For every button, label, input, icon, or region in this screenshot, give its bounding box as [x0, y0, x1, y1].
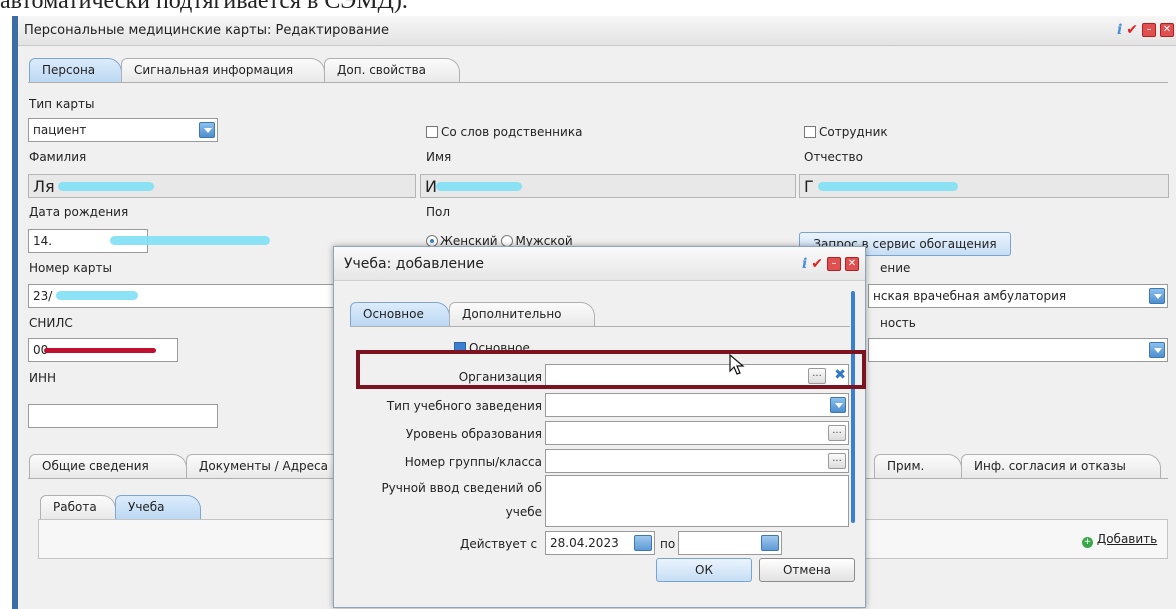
valid-from-label: Действует с — [460, 537, 538, 551]
document-text: автоматически подтягивается в СЭМД). — [0, 0, 408, 14]
from-relative-checkbox[interactable]: Со слов родственника — [426, 125, 582, 139]
info-icon[interactable]: i — [1117, 22, 1122, 38]
group-label: Номер группы/класса — [404, 455, 542, 469]
minimize-icon[interactable]: – — [1142, 23, 1156, 37]
birth-date-label: Дата рождения — [29, 205, 129, 219]
dialog-controls: i ✔ – ✕ — [802, 256, 859, 272]
lower-tabs: Общие сведения Документы / Адреса — [29, 454, 346, 478]
plus-icon: + — [1082, 537, 1093, 548]
school-type-label: Тип учебного заведения — [386, 399, 542, 413]
chevron-down-icon[interactable] — [1149, 342, 1165, 358]
save-check-icon[interactable]: ✔ — [1126, 22, 1138, 38]
tab-general-info[interactable]: Общие сведения — [29, 454, 187, 478]
dialog-scrollbar[interactable] — [851, 291, 855, 523]
ellipsis-icon[interactable]: ... — [828, 453, 846, 469]
tab-main[interactable]: Основное — [350, 302, 450, 326]
patronymic-label: Отчество — [804, 150, 863, 164]
lower-tabs-right: Прим. Инф. согласия и отказы — [874, 454, 1161, 478]
inn-label: ИНН — [29, 371, 57, 385]
card-number-label: Номер карты — [29, 261, 112, 275]
dialog-title: Учеба: добавление — [344, 256, 484, 272]
dialog-tabs: Основное Дополнительно — [350, 302, 595, 326]
tab-notes[interactable]: Прим. — [874, 454, 962, 478]
checkbox-icon[interactable] — [426, 126, 438, 138]
card-type-select[interactable]: пациент — [28, 118, 218, 142]
close-icon[interactable]: ✕ — [1160, 23, 1174, 37]
post-select[interactable] — [868, 338, 1168, 362]
division-label: ение — [880, 261, 911, 275]
tab-documents-addresses[interactable]: Документы / Адреса — [186, 454, 346, 478]
checkbox-icon[interactable] — [804, 126, 816, 138]
dialog-titlebar: Учеба: добавление i ✔ – ✕ — [334, 247, 865, 281]
employee-checkbox[interactable]: Сотрудник — [804, 125, 888, 139]
redacted-name — [436, 182, 522, 191]
valid-from-input[interactable]: 28.04.2023 — [545, 531, 655, 555]
redacted-surname — [58, 182, 154, 191]
post-label: ность — [880, 316, 916, 330]
group-input[interactable]: ... — [545, 449, 849, 473]
calendar-icon[interactable] — [634, 535, 652, 551]
redacted-card-number — [56, 291, 138, 300]
tab-study[interactable]: Учеба — [115, 495, 201, 519]
manual-entry-label-1: Ручной ввод сведений об — [381, 481, 542, 495]
window-controls: i ✔ – ✕ — [1117, 22, 1174, 38]
redacted-birth — [110, 236, 270, 245]
surname-label: Фамилия — [29, 150, 87, 164]
school-type-select[interactable] — [545, 393, 849, 417]
education-level-input[interactable]: ... — [545, 421, 849, 445]
education-level-label: Уровень образования — [405, 427, 542, 441]
info-icon[interactable]: i — [802, 256, 807, 272]
division-select[interactable]: нская врачебная амбулатория — [868, 284, 1168, 308]
window-title: Персональные медицинские карты: Редактир… — [24, 23, 389, 38]
redacted-snils — [44, 348, 156, 353]
close-icon[interactable]: ✕ — [845, 257, 859, 271]
calendar-icon[interactable] — [761, 535, 779, 551]
card-type-label: Тип карты — [29, 97, 95, 111]
inn-input[interactable] — [28, 404, 218, 428]
ellipsis-icon[interactable]: ... — [828, 425, 846, 441]
tab-persona[interactable]: Персона — [29, 58, 122, 82]
study-add-dialog: Учеба: добавление i ✔ – ✕ Основное Допол… — [333, 246, 866, 608]
tab-work[interactable]: Работа — [40, 495, 116, 519]
mouse-cursor-icon — [729, 354, 745, 375]
sex-label: Пол — [426, 205, 451, 219]
window-tabs: Персона Сигнальная информация Доп. свойс… — [29, 58, 460, 82]
tab-extra-props[interactable]: Доп. свойства — [324, 58, 460, 82]
snils-label: СНИЛС — [29, 316, 73, 330]
tab-signal-info[interactable]: Сигнальная информация — [121, 58, 325, 82]
chevron-down-icon[interactable] — [830, 397, 846, 413]
valid-to-input[interactable] — [678, 531, 782, 555]
chevron-down-icon[interactable] — [199, 122, 215, 138]
save-check-icon[interactable]: ✔ — [811, 256, 823, 272]
tab-additional[interactable]: Дополнительно — [449, 302, 595, 326]
cancel-button[interactable]: Отмена — [759, 558, 855, 582]
ok-button[interactable]: ОК — [656, 558, 752, 582]
manual-entry-label-2: учебе — [505, 505, 542, 519]
window-titlebar: Персональные медицинские карты: Редактир… — [18, 16, 1176, 46]
organization-highlight-frame — [356, 350, 866, 389]
chevron-down-icon[interactable] — [1149, 288, 1165, 304]
minimize-icon[interactable]: – — [827, 257, 841, 271]
sub-tabs: Работа Учеба — [40, 495, 201, 519]
add-link[interactable]: + Добавить — [1082, 532, 1157, 548]
tab-consents[interactable]: Инф. согласия и отказы — [961, 454, 1161, 478]
valid-to-label: по — [660, 537, 676, 551]
redacted-patronymic — [818, 182, 958, 191]
manual-entry-textarea[interactable] — [545, 475, 849, 527]
name-label: Имя — [426, 150, 452, 164]
